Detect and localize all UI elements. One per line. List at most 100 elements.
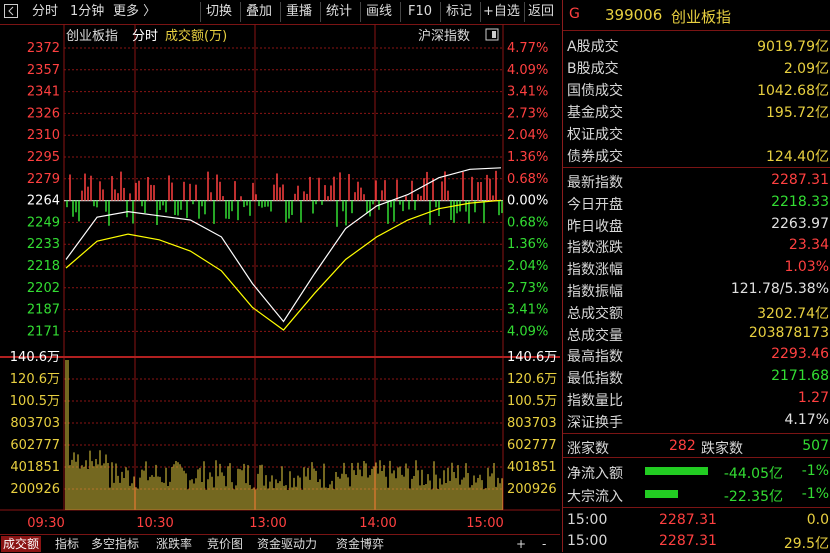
price-tick-label: 2279 — [27, 172, 60, 187]
stat-value: 1042.68亿 — [757, 83, 829, 99]
chart-mode: 分时 — [132, 29, 158, 44]
stat-value: 195.72亿 — [766, 105, 829, 121]
series-line — [65, 199, 502, 331]
tick-row: 15:00 2287.31 29.5亿 — [567, 533, 829, 552]
stat-row: 最高指数 2293.46 — [563, 343, 830, 365]
toolbar-item-return[interactable]: 返回 — [528, 3, 554, 21]
price-tick-label: 2171 — [27, 324, 60, 339]
stat-value: 1.03% — [784, 259, 829, 276]
zoom-in-button[interactable]: + — [514, 536, 528, 552]
back-square-icon[interactable] — [3, 3, 21, 21]
stat-row: 最新指数 2287.31 — [563, 169, 830, 191]
toolbar-item-switch[interactable]: 切换 — [206, 3, 232, 21]
pct-tick-label: 1.36% — [507, 237, 548, 252]
bottom-tabs: 成交额 指标 多空指标 涨跌率 竞价图 资金驱动力 资金博弈 + - — [0, 534, 560, 553]
index-name: 创业板指 — [671, 8, 732, 26]
pct-tick-label: 2.73% — [507, 106, 548, 121]
toolbar-item-replay[interactable]: 重播 — [286, 3, 312, 21]
stat-row: 权证成交 — [563, 121, 830, 143]
toolbar-item-1min[interactable]: 1分钟 — [70, 3, 104, 21]
time-tick-label: 13:00 — [249, 516, 286, 531]
stat-label: 债券成交 — [567, 149, 623, 165]
net-inflow-bar — [645, 467, 708, 475]
pct-tick-label: 3.41% — [507, 303, 548, 318]
pct-tick-label: 2.73% — [507, 281, 548, 296]
quote-panel: G 399006 创业板指 A股成交 9019.79亿 B股成交 2.09亿 国债成交 1… — [562, 0, 830, 552]
stat-row: B股成交 2.09亿 — [563, 55, 830, 77]
toolbar-item-add-watchlist[interactable]: +自选 — [483, 3, 520, 21]
pct-tick-label: 4.09% — [507, 324, 548, 339]
stat-label: 最高指数 — [567, 349, 623, 366]
stat-row: 债券成交 124.40亿 — [563, 143, 830, 165]
volume-tick-label: 200926 — [10, 482, 60, 497]
stat-row: 总成交额 3202.74亿 — [563, 300, 830, 322]
volume-bars — [65, 360, 503, 510]
stat-label: 指数量比 — [567, 393, 623, 409]
stat-row: 深证换手 4.17% — [563, 409, 830, 431]
tab-auction[interactable]: 竞价图 — [205, 536, 245, 552]
price-tick-label: 2357 — [27, 63, 60, 78]
pct-tick-label: 3.41% — [507, 85, 548, 100]
intraday-chart[interactable]: 2372 4.77% 2357 4.09% 2341 3.41% 2326 2.73% 2310… — [0, 24, 560, 534]
compare-label: 沪深指数 — [418, 28, 470, 44]
stat-value: 4.17% — [784, 411, 829, 428]
stat-label: A股成交 — [567, 39, 619, 55]
stat-value: 2.09亿 — [783, 61, 829, 77]
stat-row: 今日开盘 2218.33 — [563, 191, 830, 213]
pct-tick-label: 2.04% — [507, 259, 548, 274]
chart-index-name: 创业板指 — [66, 29, 118, 44]
volume-tick-label: 100.5万 — [507, 394, 557, 409]
stat-value: 2171.68 — [771, 368, 829, 385]
stat-row: 昨日收盘 2263.97 — [563, 213, 830, 235]
stat-row: 国债成交 1042.68亿 — [563, 77, 830, 99]
stat-label: 指数涨幅 — [567, 262, 623, 279]
price-tick-label: 2264 — [27, 194, 60, 209]
stat-value: 9019.79亿 — [757, 39, 829, 55]
time-tick-label: 15:00 — [466, 516, 503, 531]
stat-label: 权证成交 — [567, 127, 623, 143]
price-tick-label: 2326 — [27, 106, 60, 121]
breadth-row: 涨家数 282 跌家数 507 — [567, 438, 829, 457]
g-mark: G — [569, 6, 580, 22]
stat-value: 2293.46 — [771, 346, 829, 363]
volume-tick-label: 140.6万 — [507, 350, 557, 365]
stat-value: 23.34 — [788, 237, 829, 254]
stat-label: 昨日收盘 — [567, 218, 623, 235]
chart-header: 创业板指 分时 成交额(万) 沪深指数 — [66, 28, 499, 44]
tab-fund-drive[interactable]: 资金驱动力 — [255, 536, 319, 552]
toolbar-item-mark[interactable]: 标记 — [446, 3, 472, 21]
time-tick-label: 10:30 — [136, 516, 173, 531]
stat-value: 1.27 — [797, 390, 829, 406]
stat-label: B股成交 — [567, 61, 619, 77]
stat-value: 121.78/5.38% — [730, 281, 829, 297]
pct-tick-label: 0.68% — [507, 215, 548, 230]
tab-longshort[interactable]: 多空指标 — [89, 536, 141, 552]
price-tick-label: 2372 — [27, 41, 60, 56]
up-count: 282 — [669, 438, 696, 454]
volume-tick-label: 803703 — [507, 416, 557, 431]
toolbar-item-overlay[interactable]: 叠加 — [246, 3, 272, 21]
stat-row: 总成交量 203878173 — [563, 322, 830, 344]
stat-label: 最新指数 — [567, 175, 623, 191]
stat-label: 深证换手 — [567, 414, 623, 431]
tab-indicator[interactable]: 指标 — [53, 536, 81, 552]
tab-turnover[interactable]: 成交额 — [1, 536, 42, 552]
stat-value: 2218.33 — [771, 193, 829, 210]
stat-row: 最低指数 2171.68 — [563, 365, 830, 387]
pct-tick-label: 2.04% — [507, 128, 548, 143]
toolbar-item-f10[interactable]: F10 — [408, 3, 432, 21]
stat-row: A股成交 9019.79亿 — [563, 33, 830, 55]
toolbar-item-more[interactable]: 更多 〉 — [113, 3, 156, 21]
volume-tick-label: 200926 — [507, 482, 557, 497]
tab-fund-game[interactable]: 资金博弈 — [334, 536, 386, 552]
tab-adv-ratio[interactable]: 涨跌率 — [154, 536, 194, 552]
toolbar-item-draw[interactable]: 画线 — [366, 3, 392, 21]
toolbar-item-stats[interactable]: 统计 — [326, 3, 352, 21]
price-tick-label: 2295 — [27, 150, 60, 165]
toolbar-item-fenshi[interactable]: 分时 — [32, 3, 58, 21]
zoom-out-button[interactable]: - — [540, 536, 548, 552]
net-inflow-row: 净流入额 -44.05亿 -1% — [567, 463, 829, 482]
stat-label: 国债成交 — [567, 83, 623, 99]
pct-tick-label: 0.68% — [507, 172, 548, 187]
volume-tick-label: 120.6万 — [10, 372, 60, 387]
